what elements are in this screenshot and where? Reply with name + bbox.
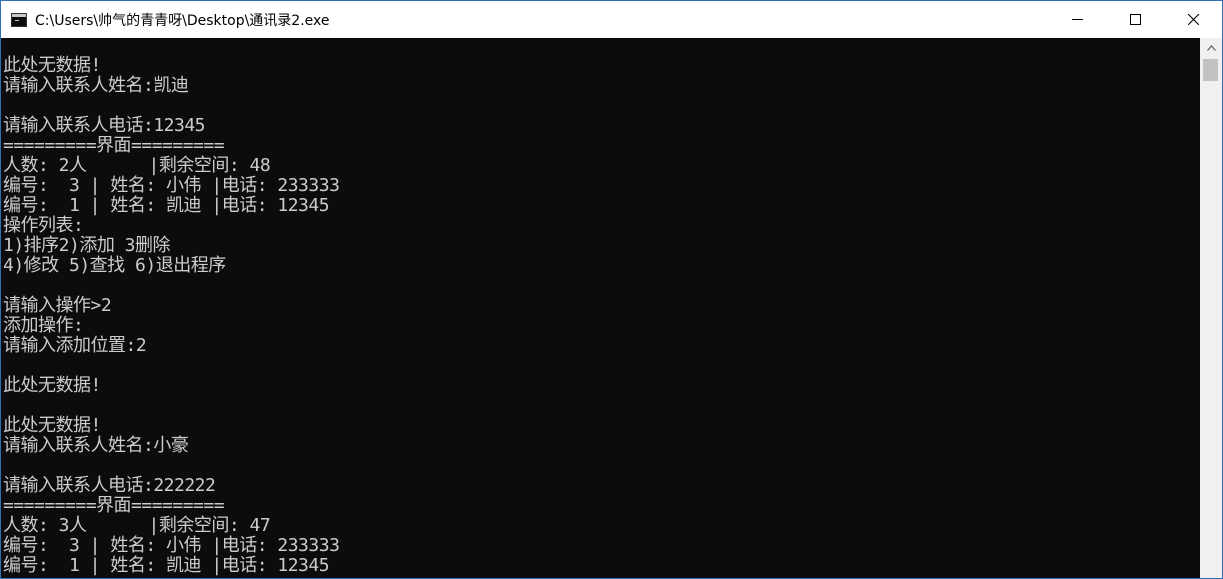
window-title: C:\Users\帅气的青青呀\Desktop\通讯录2.exe [35, 12, 330, 29]
console-line: 添加操作: [3, 315, 84, 336]
close-icon [1187, 14, 1199, 25]
console-output[interactable]: 此处无数据! 请输入联系人姓名:凯迪 请输入联系人电话:12345 ======… [1, 38, 1200, 578]
maximize-icon [1129, 14, 1141, 25]
minimize-icon [1071, 19, 1083, 20]
scrollbar-thumb[interactable] [1203, 59, 1218, 81]
console-line: 此处无数据! [3, 55, 101, 76]
console-line: 请输入联系人电话:12345 [3, 115, 206, 136]
console-line: 人数: 2人 |剩余空间: 48 [3, 155, 271, 176]
console-line: 请输入添加位置:2 [3, 335, 147, 356]
console-line: 此处无数据! [3, 415, 101, 436]
scroll-up-arrow-icon [1206, 45, 1216, 51]
console-line: 编号: 1 | 姓名: 凯迪 |电话: 12345 [3, 555, 330, 576]
console-line: 操作列表: [3, 215, 84, 236]
console-line: 人数: 3人 |剩余空间: 47 [3, 515, 271, 536]
console-window: C:\Users\帅气的青青呀\Desktop\通讯录2.exe 此处无数据! … [0, 0, 1223, 579]
title-bar[interactable]: C:\Users\帅气的青青呀\Desktop\通讯录2.exe [1, 1, 1222, 38]
console-line: 请输入联系人姓名:小豪 [3, 435, 189, 456]
console-line: 请输入联系人姓名:凯迪 [3, 75, 189, 96]
minimize-button[interactable] [1048, 1, 1106, 38]
console-line: 请输入联系人电话:222222 [3, 475, 216, 496]
console-line: 此处无数据! [3, 375, 101, 396]
console-line: 请输入操作>2 [3, 295, 112, 316]
window-controls [1048, 1, 1222, 38]
console-line: =========界面========= [3, 135, 225, 156]
console-line: 4)修改 5)查找 6)退出程序 [3, 255, 226, 276]
close-button[interactable] [1164, 1, 1222, 38]
vertical-scrollbar[interactable] [1200, 38, 1222, 578]
console-app-icon[interactable] [11, 12, 27, 27]
scroll-up-button[interactable] [1200, 38, 1222, 58]
console-line: 编号: 1 | 姓名: 凯迪 |电话: 12345 [3, 195, 330, 216]
console-line: =========界面========= [3, 495, 225, 516]
console-lines: 此处无数据! 请输入联系人姓名:凯迪 请输入联系人电话:12345 ======… [1, 38, 1200, 576]
maximize-button[interactable] [1106, 1, 1164, 38]
console-line: 编号: 3 | 姓名: 小伟 |电话: 233333 [3, 175, 340, 196]
console-line: 1)排序2)添加 3删除 [3, 235, 171, 256]
console-line: 编号: 3 | 姓名: 小伟 |电话: 233333 [3, 535, 340, 556]
